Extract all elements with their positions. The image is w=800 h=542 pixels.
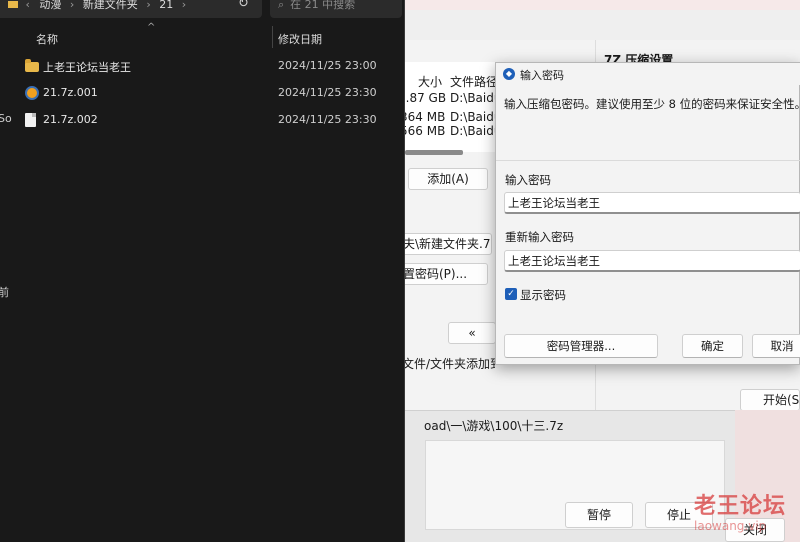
breadcrumb-item[interactable]: 动漫 [39,0,61,11]
archive-icon [25,86,39,100]
list-header-size: 大小 [418,75,443,89]
file-row[interactable]: 21.7z.001 2024/11/25 23:30 [20,83,400,105]
horizontal-scrollbar[interactable] [405,150,463,155]
list-row-path: D:\Baidu [450,124,502,138]
list-row-size: 364 MB [400,110,446,124]
file-explorer-window: ‹ 动漫 › 新建文件夹 › 21 › ↻ ⌕ 在 21 中搜索 ^ 名称 修改日… [0,0,405,542]
watermark-url: laowang.vip [694,519,767,533]
search-placeholder: 在 21 中搜索 [290,0,356,11]
password-dialog: ◆ 输入密码 输入压缩包密码。建议使用至少 8 位的密码来保证安全性。 输入密码… [495,62,800,365]
file-date: 2024/11/25 23:30 [278,113,377,126]
ok-button[interactable]: 确定 [682,334,743,358]
list-row-path: D:\Baidu [450,110,502,124]
refresh-icon[interactable]: ↻ [238,0,252,11]
file-row[interactable]: 上老王论坛当老王 2024/11/25 23:00 [20,56,400,78]
chevron-left-icon: ‹ [25,0,30,11]
confirm-password-label: 重新输入密码 [505,230,574,244]
add-button[interactable]: 添加(A) [408,168,488,190]
app-logo-icon: ◆ [503,68,515,80]
list-header-path: 文件路径 [450,75,499,89]
show-password-checkbox[interactable]: ✓ [505,288,517,300]
set-password-button[interactable]: 置密码(P)... [398,263,488,285]
breadcrumb-item[interactable]: 21 [159,0,173,11]
show-password-label[interactable]: 显示密码 [520,287,566,303]
password-input[interactable] [504,192,800,214]
output-path-field[interactable]: 夫\新建文件夹.7z [400,233,492,255]
chevron-right-icon: › [181,0,187,11]
chevron-right-icon: › [69,0,75,11]
column-header-date[interactable]: 修改日期 [278,31,322,47]
pause-button[interactable]: 暂停 [565,502,633,528]
list-row-path: D:\Baidu [450,91,502,105]
dialog-title: 输入密码 [520,69,564,82]
file-date: 2024/11/25 23:00 [278,59,377,72]
desktop-strip [400,0,800,10]
sidebar-fragment: 前 [0,286,9,299]
column-header-name[interactable]: 名称 [36,31,58,47]
chevron-right-icon: › [146,0,151,11]
search-icon: ⌕ [278,0,285,11]
sidebar-fragment: So [0,112,12,125]
password-label: 输入密码 [505,173,551,187]
file-date: 2024/11/25 23:30 [278,86,377,99]
address-bar[interactable]: ‹ 动漫 › 新建文件夹 › 21 › [0,0,262,18]
sort-indicator-icon: ^ [147,22,156,33]
file-name: 上老王论坛当老王 [43,61,131,74]
progress-path: oad\一\游戏\100\十三.7z [424,419,564,433]
file-icon [25,113,36,127]
list-row-size: 3.87 GB [398,91,447,105]
file-name: 21.7z.002 [43,113,98,126]
column-divider[interactable] [272,26,273,48]
start-button[interactable]: 开始(S) [740,389,800,411]
file-name: 21.7z.001 [43,86,98,99]
dialog-description: 输入压缩包密码。建议使用至少 8 位的密码来保证安全性。 [504,97,800,111]
collapse-button[interactable]: « [448,322,496,344]
folder-icon [8,1,18,8]
search-input[interactable]: ⌕ 在 21 中搜索 [270,0,402,18]
password-manager-button[interactable]: 密码管理器... [504,334,658,358]
hint-text: 文件/文件夹添加到下面的输出文件 [402,357,495,371]
divider [496,160,800,161]
cancel-button[interactable]: 取消 [752,334,800,358]
confirm-password-input[interactable] [504,250,800,272]
watermark-title: 老王论坛 [694,494,787,519]
breadcrumb-item[interactable]: 新建文件夹 [83,0,138,11]
list-row-size: 566 MB [400,124,446,138]
folder-icon [25,59,39,72]
file-row[interactable]: 21.7z.002 2024/11/25 23:30 [20,110,400,132]
